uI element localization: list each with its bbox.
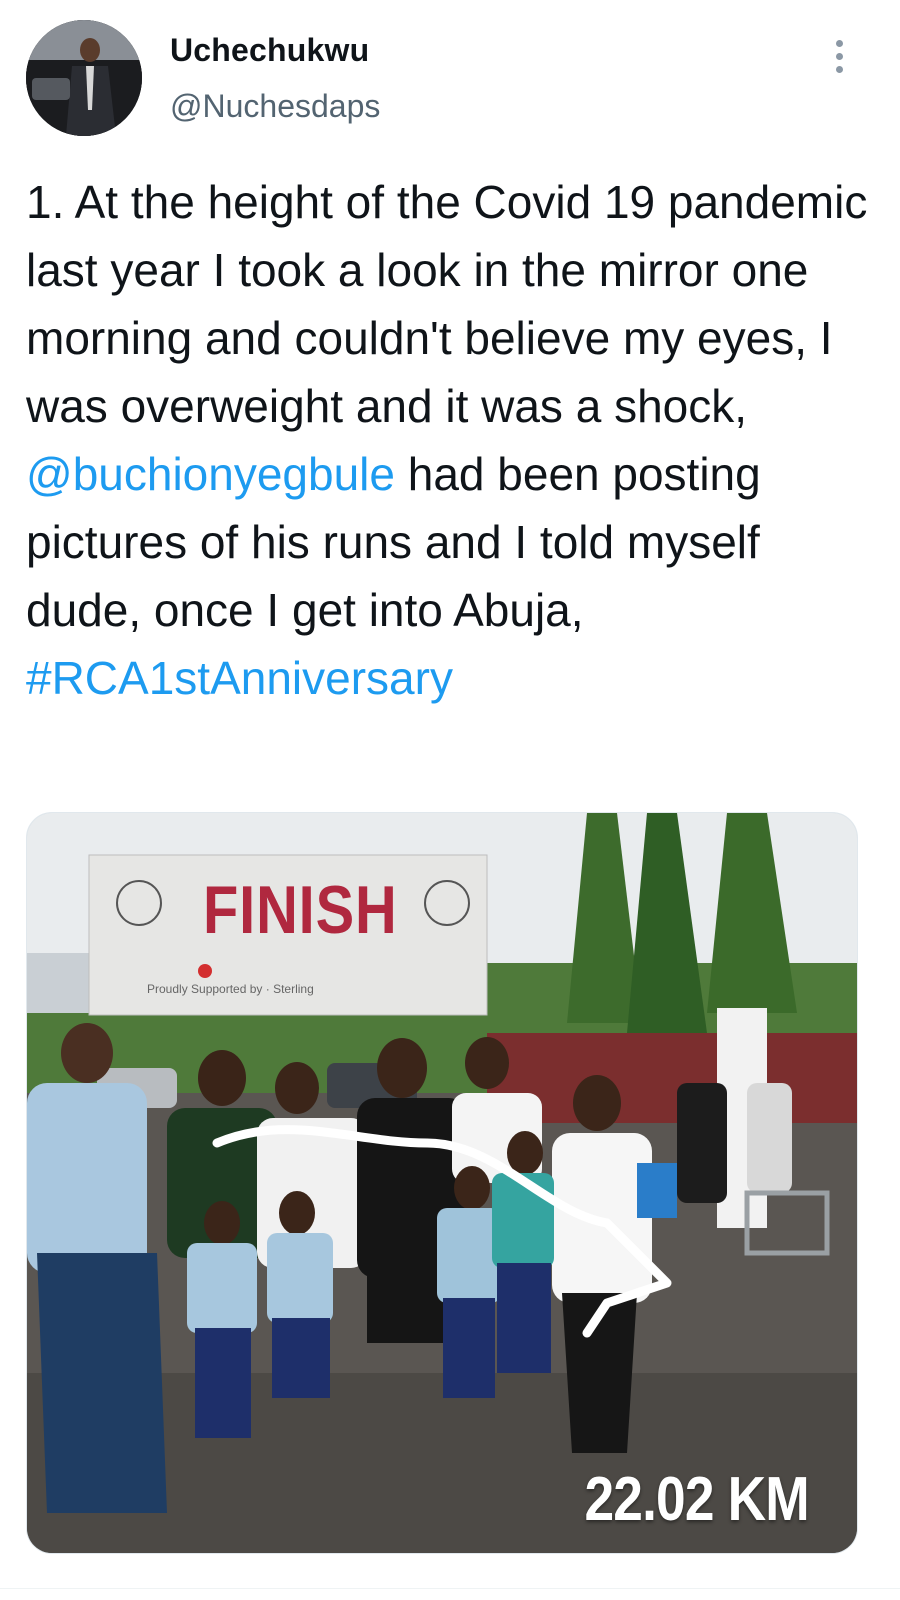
more-vertical-icon[interactable] xyxy=(826,36,852,76)
author-handle[interactable]: @Nuchesdaps xyxy=(170,88,380,125)
tweet-text: 1. At the height of the Covid 19 pandemi… xyxy=(26,168,876,712)
svg-text:Proudly Supported by · Sterlin: Proudly Supported by · Sterling xyxy=(147,982,314,996)
mention-link[interactable]: @buchionyegbule xyxy=(26,448,395,500)
avatar[interactable] xyxy=(26,20,142,136)
photo-scene: Proudly Supported by · Sterling xyxy=(27,813,857,1553)
tweet-photo[interactable]: Proudly Supported by · Sterling FINISH 2… xyxy=(26,812,858,1554)
banner-title: FINISH xyxy=(203,872,398,948)
author-display-name[interactable]: Uchechukwu xyxy=(170,32,369,69)
tweet-text-intro: 1. At the height of the Covid 19 pandemi… xyxy=(26,176,868,432)
divider xyxy=(0,1588,900,1589)
tweet: Uchechukwu @Nuchesdaps 1. At the height … xyxy=(0,0,900,1600)
hashtag-link[interactable]: #RCA1stAnniversary xyxy=(26,652,453,704)
distance-overlay: 22.02 KM xyxy=(584,1465,810,1534)
avatar-photo xyxy=(26,20,142,136)
